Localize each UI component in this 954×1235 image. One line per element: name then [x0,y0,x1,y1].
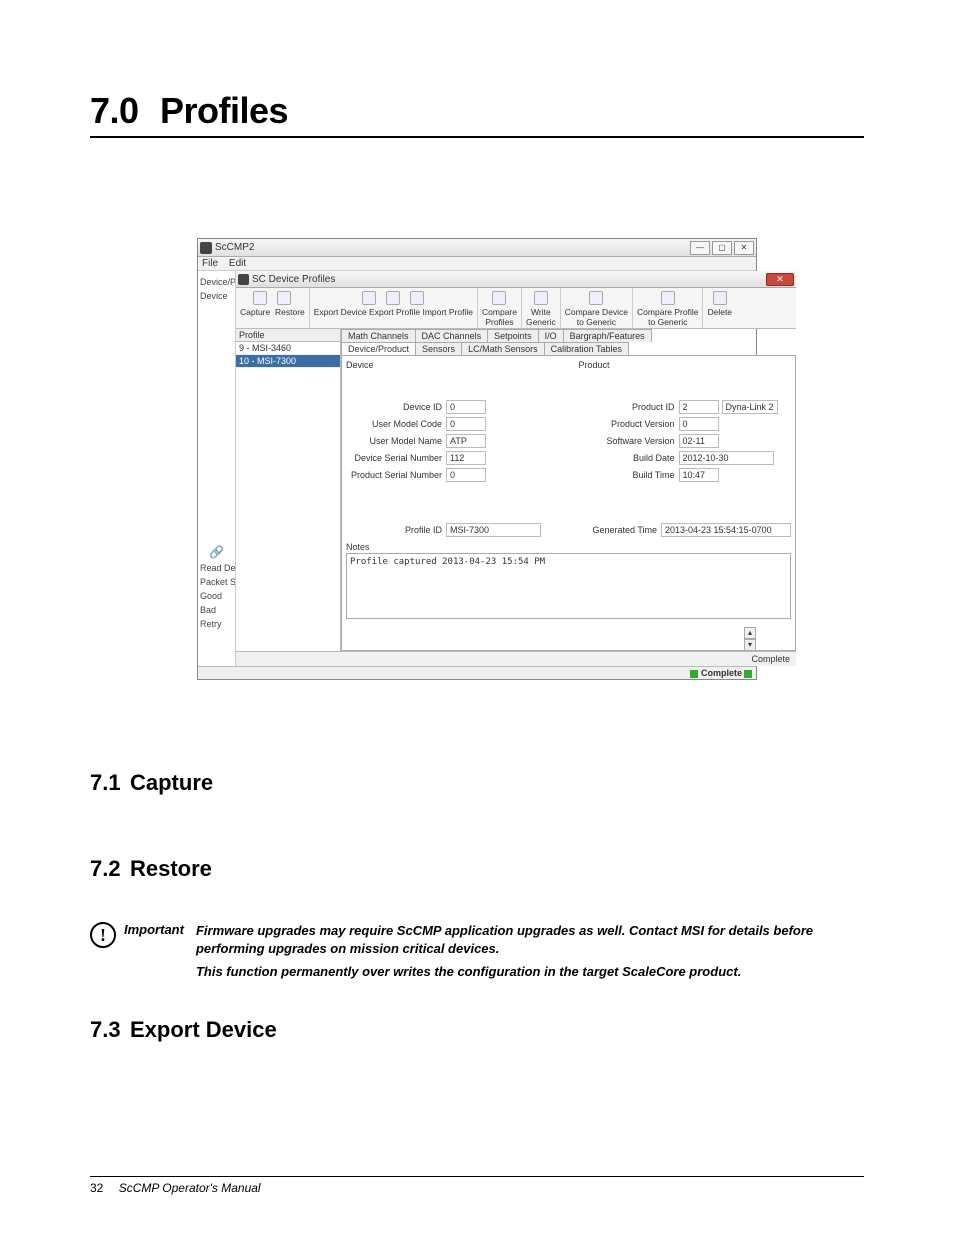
delete-icon [713,291,727,305]
rail-packet: Packet St [198,575,235,589]
popup-icon [238,274,249,285]
outer-titlebar: ScCMP2 — ▢ ✕ [198,239,756,257]
tab-pane: Device Device ID0 User Model Code0 User … [341,355,796,651]
product-version-field[interactable]: 0 [679,417,719,431]
tab-dac-channels[interactable]: DAC Channels [415,329,489,342]
outer-status: Complete [198,666,756,679]
profile-id-field[interactable]: MSI-7300 [446,523,541,537]
footer: 32 ScCMP Operator's Manual [90,1176,864,1195]
tb-write-generic[interactable]: WriteGeneric [522,288,561,328]
tb-export-import[interactable]: Export Device Export Profile Import Prof… [310,288,478,328]
build-date-field[interactable]: 2012-10-30 [679,451,774,465]
scroll-up-icon[interactable]: ▴ [744,627,756,639]
tabs-row-2: Device/Product Sensors LC/Math Sensors C… [341,342,796,355]
product-id-extra: Dyna-Link 2 [722,400,778,414]
product-id-field[interactable]: 2 [679,400,719,414]
important-text-2: This function permanently over writes th… [196,963,864,981]
popup-status: Complete [236,651,796,666]
user-model-code-field[interactable]: 0 [446,417,486,431]
rail-device: Device [198,289,235,303]
page-number: 32 [90,1181,103,1195]
user-model-name-field[interactable]: ATP [446,434,486,448]
link-icon: 🔗 [198,543,235,561]
tab-calibration[interactable]: Calibration Tables [544,342,629,355]
menu-file[interactable]: File [202,258,218,269]
build-time-field[interactable]: 10:47 [679,468,719,482]
footer-doc-title: ScCMP Operator's Manual [119,1181,261,1195]
popup-title-text: SC Device Profiles [252,274,766,285]
outer-title-text: ScCMP2 [215,242,690,253]
important-text-1: Firmware upgrades may require ScCMP appl… [196,922,864,957]
export-device-icon [362,291,376,305]
restore-icon [277,291,291,305]
tb-compare-device-generic[interactable]: Compare Deviceto Generic [561,288,633,328]
tab-io[interactable]: I/O [538,329,564,342]
section-restore: 7.2Restore [90,856,864,882]
rail-bad: Bad [198,603,235,617]
tab-device-product[interactable]: Device/Product [341,342,416,355]
generated-time-field[interactable]: 2013-04-23 15:54:15-0700 [661,523,791,537]
profile-item-selected[interactable]: 10 - MSI-7300 [236,355,340,368]
left-rail: Device/P Device 🔗 Read Dev Packet St Goo… [198,271,236,666]
minimize-button[interactable]: — [690,241,710,255]
device-section-label: Device [346,360,559,370]
tb-compare-profiles[interactable]: CompareProfiles [478,288,522,328]
menubar: File Edit [198,257,756,271]
profile-list: Profile 9 - MSI-3460 10 - MSI-7300 [236,329,341,651]
page-title: 7.0Profiles [90,90,864,138]
profile-item[interactable]: 9 - MSI-3460 [236,342,340,355]
menu-edit[interactable]: Edit [229,258,246,269]
toolbar: Capture Restore Export Device Export Pro… [236,288,796,329]
capture-icon [253,291,267,305]
compare-device-icon [589,291,603,305]
rail-good: Good [198,589,235,603]
tab-bargraph[interactable]: Bargraph/Features [563,329,652,342]
tb-capture-restore[interactable]: Capture Restore [236,288,310,328]
compare-icon [492,291,506,305]
device-serial-field[interactable]: 112 [446,451,486,465]
popup-close-button[interactable]: ✕ [766,273,794,286]
profile-list-header: Profile [236,329,340,342]
tabs-row-1: Math Channels DAC Channels Setpoints I/O… [341,329,796,342]
device-id-field[interactable]: 0 [446,400,486,414]
app-icon [200,242,212,254]
important-icon: ! [90,922,116,948]
scroll-arrows[interactable]: ▴ ▾ [744,627,756,651]
important-note: ! Important Firmware upgrades may requir… [90,922,864,987]
tab-sensors[interactable]: Sensors [415,342,462,355]
tab-math-channels[interactable]: Math Channels [341,329,416,342]
export-profile-icon [386,291,400,305]
tab-setpoints[interactable]: Setpoints [487,329,539,342]
compare-profile-icon [661,291,675,305]
maximize-button[interactable]: ▢ [712,241,732,255]
important-label: Important [124,922,184,937]
close-button[interactable]: ✕ [734,241,754,255]
import-profile-icon [410,291,424,305]
scroll-down-icon[interactable]: ▾ [744,639,756,651]
tb-compare-profile-generic[interactable]: Compare Profileto Generic [633,288,703,328]
tb-delete[interactable]: Delete [703,288,736,328]
product-section-label: Product [579,360,792,370]
notes-label: Notes [346,542,791,552]
rail-device-p: Device/P [198,275,235,289]
section-capture: 7.1Capture [90,770,864,796]
status-indicator-icon [690,670,698,678]
rail-read: Read Dev [198,561,235,575]
section-export-device: 7.3Export Device [90,1017,864,1043]
notes-field[interactable]: Profile captured 2013-04-23 15:54 PM [346,553,791,619]
screenshot: ScCMP2 — ▢ ✕ File Edit Device/P Device 🔗… [197,238,757,680]
tab-lcmath[interactable]: LC/Math Sensors [461,342,545,355]
product-serial-field[interactable]: 0 [446,468,486,482]
rail-retry: Retry [198,617,235,631]
write-icon [534,291,548,305]
software-version-field[interactable]: 02-11 [679,434,719,448]
popup-titlebar: SC Device Profiles ✕ [236,271,796,288]
